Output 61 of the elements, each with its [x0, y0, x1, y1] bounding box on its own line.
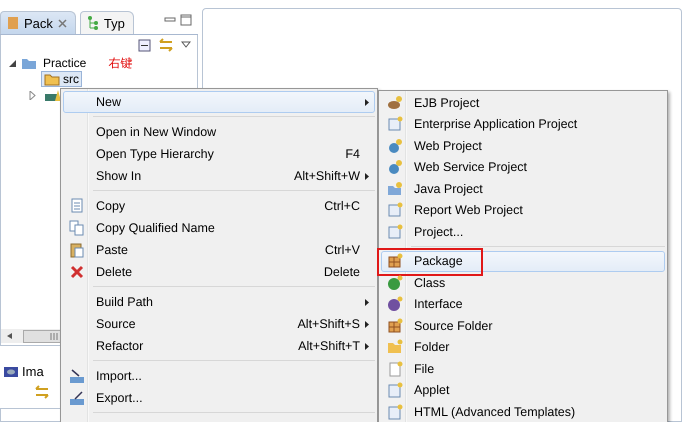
grip-icon	[49, 332, 59, 340]
hierarchy-icon	[86, 16, 99, 30]
menu-item[interactable]: Delete Delete	[63, 261, 375, 283]
project-folder-icon	[21, 56, 37, 70]
submenu-arrow-icon	[365, 320, 369, 328]
expand-arrow-icon[interactable]	[9, 60, 17, 66]
menu-item[interactable]: Import...	[63, 365, 375, 387]
menu-item[interactable]: Report Web Project	[381, 200, 665, 221]
menu-item[interactable]: Applet	[381, 380, 665, 401]
collapse-icon[interactable]	[138, 38, 151, 52]
tray-in-icon	[69, 368, 85, 384]
menu-item[interactable]: Project...	[381, 221, 665, 242]
menu-item[interactable]: Refactor Alt+Shift+T	[63, 335, 375, 357]
library-icon	[44, 88, 62, 102]
menu-item[interactable]: EJB Project	[381, 92, 665, 114]
menu-item[interactable]: Source Folder	[381, 315, 665, 336]
document-icon	[69, 198, 85, 214]
view-tab[interactable]: Ima	[22, 364, 44, 379]
maximize-icon[interactable]	[180, 14, 192, 26]
submenu-arrow-icon	[365, 342, 369, 350]
folder-star-icon	[387, 180, 403, 197]
scroll-left-icon[interactable]	[7, 333, 13, 339]
menu-item[interactable]: Show In Alt+Shift+W	[63, 165, 375, 187]
menu-item[interactable]: Package	[381, 250, 665, 272]
tree-item-label: src	[63, 72, 79, 86]
menu-item[interactable]: Interface	[381, 294, 665, 315]
file-icon	[387, 360, 403, 377]
menu-item[interactable]: Java Project	[381, 178, 665, 200]
menu-item[interactable]: Copy Ctrl+C	[63, 195, 375, 217]
menu-item[interactable]: Open in New Window	[63, 121, 375, 143]
view-tab[interactable]: Pack	[0, 11, 76, 34]
menu-item[interactable]: Enterprise Application Project	[381, 114, 665, 135]
menu-item[interactable]: Folder	[381, 336, 665, 358]
menu-item[interactable]: HTML (Advanced Templates)	[381, 401, 665, 422]
close-icon[interactable]	[58, 18, 67, 28]
menu-item[interactable]: Web Service Project	[381, 156, 665, 178]
menu-item[interactable]: Export...	[63, 387, 375, 409]
menu-item[interactable]: Class	[381, 272, 665, 294]
submenu-arrow-icon	[365, 98, 369, 106]
menu-item[interactable]: Source Alt+Shift+S	[63, 313, 375, 335]
menu-item[interactable]: Copy Qualified Name	[63, 217, 375, 239]
submenu-arrow-icon	[365, 172, 369, 180]
menu-item[interactable]: Paste Ctrl+V	[63, 239, 375, 261]
menu-item[interactable]: Open Type Hierarchy F4	[63, 143, 375, 165]
documents-icon	[69, 220, 85, 236]
menu-item[interactable]: File	[381, 358, 665, 380]
cross-icon	[69, 264, 85, 280]
folder-icon	[44, 72, 60, 86]
annotation-text: 右键	[108, 54, 132, 72]
submenu-arrow-icon	[365, 298, 369, 306]
folder-icon	[387, 339, 403, 356]
tray-out-icon	[69, 390, 85, 406]
view-tab[interactable]: Typ	[80, 11, 134, 34]
menu-item[interactable]: Build Path	[63, 291, 375, 313]
eye-icon	[4, 366, 18, 378]
clipboard-icon	[69, 242, 85, 258]
tree-item[interactable]: Practice	[43, 56, 86, 70]
menu-item[interactable]: Web Project	[381, 135, 665, 156]
view-menu-icon[interactable]	[181, 41, 191, 49]
menu-item[interactable]: New	[63, 91, 375, 113]
tree-item[interactable]: src	[41, 71, 82, 87]
